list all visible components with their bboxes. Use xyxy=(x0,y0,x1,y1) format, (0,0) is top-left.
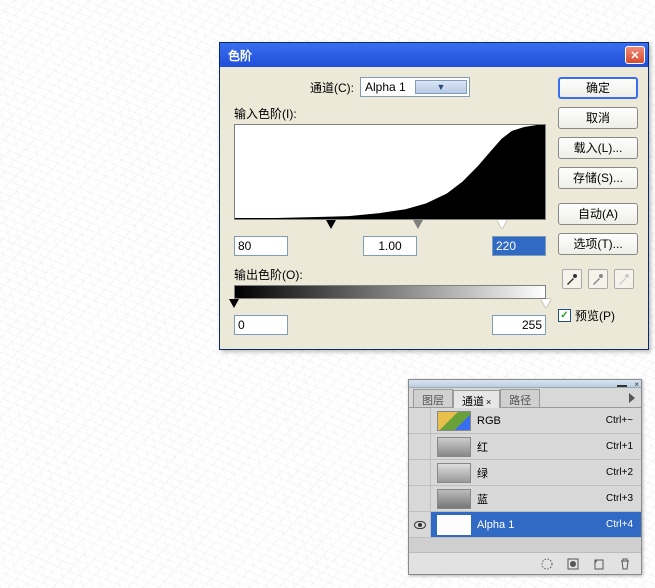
input-black-field[interactable] xyxy=(234,236,288,256)
ok-button[interactable]: 确定 xyxy=(558,77,638,99)
panel-menu-icon[interactable] xyxy=(629,393,635,403)
channel-shortcut: Ctrl+1 xyxy=(606,441,633,452)
channel-name: 蓝 xyxy=(477,491,606,507)
channel-combobox[interactable]: Alpha 1 ▼ xyxy=(360,77,470,97)
levels-dialog: 色阶 ✕ 通道(C): Alpha 1 ▼ 输入色阶(I): xyxy=(219,42,649,350)
channel-shortcut: Ctrl+3 xyxy=(606,493,633,504)
output-white-slider[interactable] xyxy=(541,299,551,308)
channels-panel: × 图层 通道× 路径 RGB Ctrl+~ 红 Ctrl+1 绿 Ctrl+2 xyxy=(408,379,642,575)
channel-shortcut: Ctrl+2 xyxy=(606,467,633,478)
output-slider-track[interactable] xyxy=(234,299,546,311)
visibility-toggle[interactable] xyxy=(409,486,431,511)
channel-row-green[interactable]: 绿 Ctrl+2 xyxy=(409,460,641,486)
channel-thumbnail xyxy=(437,411,471,431)
channel-shortcut: Ctrl+~ xyxy=(606,415,633,426)
channel-row-red[interactable]: 红 Ctrl+1 xyxy=(409,434,641,460)
channel-name: 红 xyxy=(477,439,606,455)
channel-thumbnail xyxy=(437,437,471,457)
eyedropper-black-icon[interactable] xyxy=(562,269,582,289)
channel-shortcut: Ctrl+4 xyxy=(606,519,633,530)
input-gamma-field[interactable] xyxy=(363,236,417,256)
input-black-slider[interactable] xyxy=(326,220,336,229)
list-empty-area xyxy=(409,538,641,552)
channel-list: RGB Ctrl+~ 红 Ctrl+1 绿 Ctrl+2 蓝 Ctrl+3 Al… xyxy=(409,408,641,552)
tab-close-x: × xyxy=(486,397,491,407)
preview-checkbox[interactable]: ✓ xyxy=(558,309,571,322)
channel-row-alpha1[interactable]: Alpha 1 Ctrl+4 xyxy=(409,512,641,538)
histogram xyxy=(234,124,546,220)
tab-paths[interactable]: 路径 xyxy=(500,389,540,407)
input-slider-track[interactable] xyxy=(234,220,546,232)
chevron-down-icon: ▼ xyxy=(415,80,467,94)
channel-name: Alpha 1 xyxy=(477,519,606,531)
output-black-slider[interactable] xyxy=(229,299,239,308)
dialog-title: 色阶 xyxy=(228,47,625,64)
save-selection-icon[interactable] xyxy=(565,556,581,572)
channel-thumbnail xyxy=(437,489,471,509)
channel-value: Alpha 1 xyxy=(365,80,415,94)
channel-label: 通道(C): xyxy=(310,79,354,96)
load-button[interactable]: 载入(L)... xyxy=(558,137,638,159)
visibility-toggle[interactable] xyxy=(409,408,431,433)
close-button[interactable]: ✕ xyxy=(625,46,645,64)
load-selection-icon[interactable] xyxy=(539,556,555,572)
check-icon: ✓ xyxy=(560,310,568,321)
preview-label: 预览(P) xyxy=(575,307,615,324)
eyedropper-gray-icon[interactable] xyxy=(588,269,608,289)
output-white-field[interactable] xyxy=(492,315,546,335)
visibility-toggle[interactable] xyxy=(409,460,431,485)
minimize-icon[interactable] xyxy=(617,381,627,387)
output-gradient xyxy=(234,285,546,299)
tab-layers[interactable]: 图层 xyxy=(413,389,453,407)
auto-button[interactable]: 自动(A) xyxy=(558,203,638,225)
channel-name: RGB xyxy=(477,415,606,427)
input-gamma-slider[interactable] xyxy=(413,220,423,229)
channel-thumbnail xyxy=(437,515,471,535)
panel-footer xyxy=(409,552,641,574)
output-black-field[interactable] xyxy=(234,315,288,335)
eyedropper-white-icon[interactable] xyxy=(614,269,634,289)
close-icon: ✕ xyxy=(630,49,639,62)
panel-close-icon[interactable]: × xyxy=(634,380,639,389)
eye-icon xyxy=(414,521,426,529)
options-button[interactable]: 选项(T)... xyxy=(558,233,638,255)
save-button[interactable]: 存储(S)... xyxy=(558,167,638,189)
tab-channels[interactable]: 通道× xyxy=(453,390,500,408)
panel-grip[interactable]: × xyxy=(409,380,641,388)
channel-name: 绿 xyxy=(477,465,606,481)
visibility-toggle[interactable] xyxy=(409,512,431,537)
new-channel-icon[interactable] xyxy=(591,556,607,572)
delete-channel-icon[interactable] xyxy=(617,556,633,572)
output-levels-label: 输出色阶(O): xyxy=(234,266,546,283)
input-white-slider[interactable] xyxy=(497,220,507,229)
channel-row-rgb[interactable]: RGB Ctrl+~ xyxy=(409,408,641,434)
channel-row-blue[interactable]: 蓝 Ctrl+3 xyxy=(409,486,641,512)
input-levels-label: 输入色阶(I): xyxy=(234,105,546,122)
cancel-button[interactable]: 取消 xyxy=(558,107,638,129)
titlebar[interactable]: 色阶 ✕ xyxy=(220,43,648,67)
input-white-field[interactable] xyxy=(492,236,546,256)
channel-thumbnail xyxy=(437,463,471,483)
visibility-toggle[interactable] xyxy=(409,434,431,459)
